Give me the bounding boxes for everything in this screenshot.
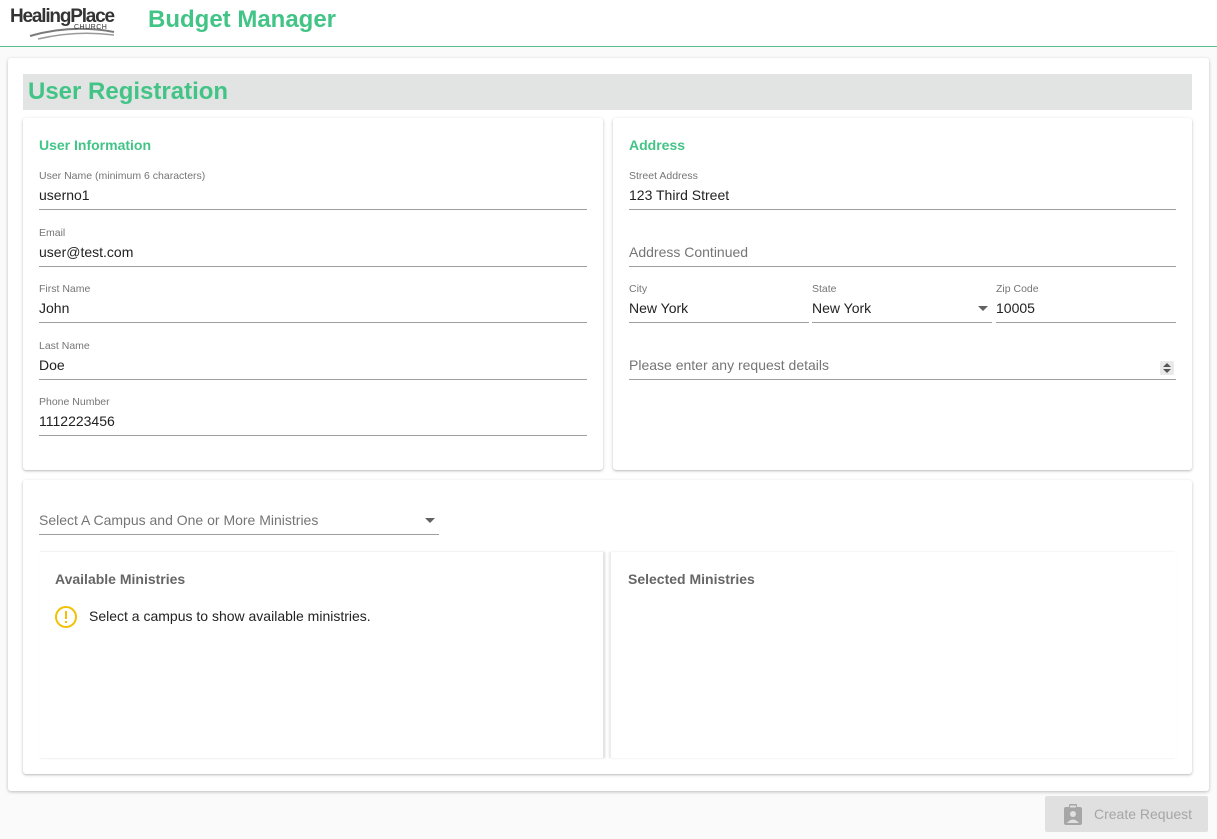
state-select[interactable]: State New York (812, 283, 992, 323)
first-name-label: First Name (39, 283, 91, 295)
phone-field[interactable]: Phone Number 1112223456 (39, 396, 587, 436)
last-name-field[interactable]: Last Name Doe (39, 340, 587, 380)
selected-ministries-title: Selected Ministries (628, 571, 755, 587)
zip-code-value: 10005 (996, 300, 1035, 316)
email-field[interactable]: Email user@test.com (39, 227, 587, 267)
campus-ministry-select[interactable]: Select A Campus and One or More Ministri… (39, 500, 439, 535)
user-information-title: User Information (39, 137, 152, 153)
email-label: Email (39, 227, 66, 239)
church-logo[interactable]: HealingPlace CHURCH (10, 6, 118, 40)
warning-circle-icon (55, 606, 77, 628)
available-ministries-title: Available Ministries (55, 571, 186, 587)
state-value: New York (812, 300, 872, 316)
logo-subtext: CHURCH (74, 24, 108, 31)
state-label: State (812, 283, 837, 295)
selected-ministries-panel: Selected Ministries (610, 552, 1176, 758)
last-name-value: Doe (39, 357, 65, 373)
zip-code-field[interactable]: Zip Code 10005 (996, 283, 1176, 323)
request-details-field[interactable]: Please enter any request details (629, 340, 1176, 380)
chevron-down-icon (978, 306, 988, 311)
app-header: HealingPlace CHURCH Budget Manager (0, 0, 1217, 47)
email-value: user@test.com (39, 244, 134, 260)
last-name-label: Last Name (39, 340, 90, 352)
phone-label: Phone Number (39, 396, 110, 408)
address-card: Address Street Address 123 Third Street … (613, 118, 1192, 470)
phone-value: 1112223456 (39, 413, 115, 429)
user-information-card: User Information User Name (minimum 6 ch… (23, 118, 603, 470)
warning-text: Select a campus to show available minist… (89, 608, 371, 624)
address-continued-field[interactable]: Address Continued (629, 227, 1176, 267)
address-title: Address (629, 137, 686, 153)
city-field[interactable]: City New York (629, 283, 809, 323)
create-request-button[interactable]: Create Request (1045, 796, 1208, 832)
app-title: Budget Manager (148, 6, 337, 33)
city-label: City (629, 283, 648, 295)
clipboard-account-icon (1064, 804, 1082, 825)
page-title: User Registration (28, 78, 229, 105)
resize-spinner-icon[interactable] (1160, 361, 1174, 375)
address-continued-placeholder: Address Continued (629, 244, 749, 260)
campus-select-placeholder: Select A Campus and One or More Ministri… (39, 512, 319, 528)
street-address-value: 123 Third Street (629, 187, 730, 203)
first-name-field[interactable]: First Name John (39, 283, 587, 323)
username-value: userno1 (39, 187, 90, 203)
username-label: User Name (minimum 6 characters) (39, 170, 206, 182)
street-address-label: Street Address (629, 170, 698, 182)
available-ministries-panel: Available Ministries Select a campus to … (39, 552, 604, 758)
page-header-bar: User Registration (23, 74, 1192, 110)
create-request-label: Create Request (1094, 806, 1193, 822)
city-value: New York (629, 300, 689, 316)
zip-code-label: Zip Code (996, 283, 1039, 295)
request-details-placeholder: Please enter any request details (629, 357, 830, 373)
chevron-down-icon (425, 518, 435, 523)
username-field[interactable]: User Name (minimum 6 characters) userno1 (39, 170, 587, 210)
first-name-value: John (39, 300, 70, 316)
street-address-field[interactable]: Street Address 123 Third Street (629, 170, 1176, 210)
